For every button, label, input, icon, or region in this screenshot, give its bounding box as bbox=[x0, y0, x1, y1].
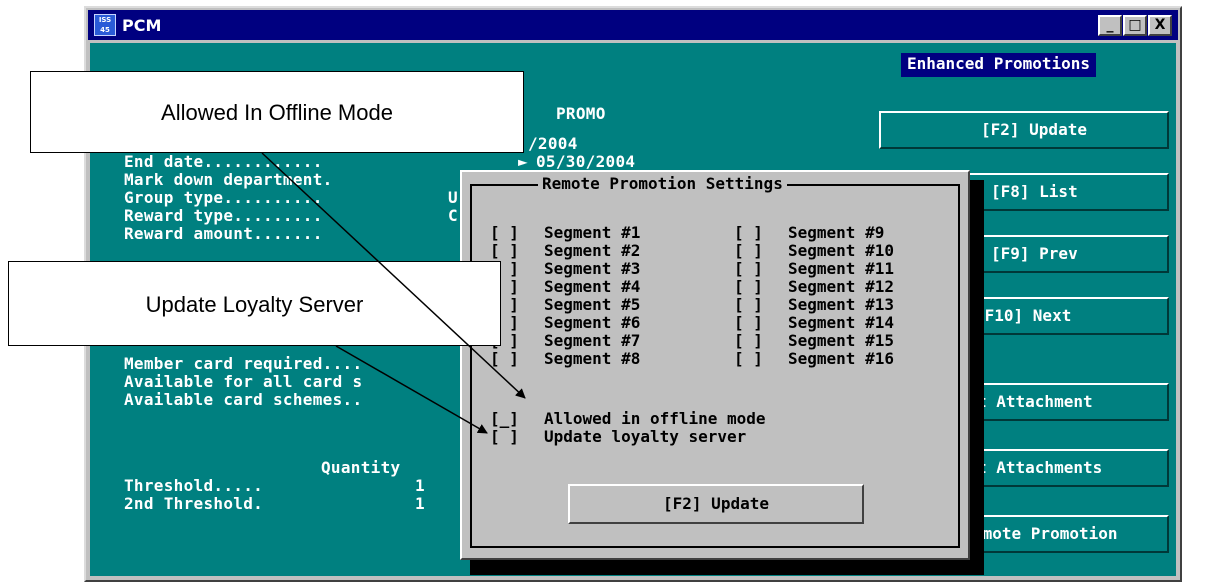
callout-arrows bbox=[261, 152, 526, 434]
arrow-loyalty bbox=[335, 345, 488, 434]
arrow-offline bbox=[261, 152, 526, 399]
